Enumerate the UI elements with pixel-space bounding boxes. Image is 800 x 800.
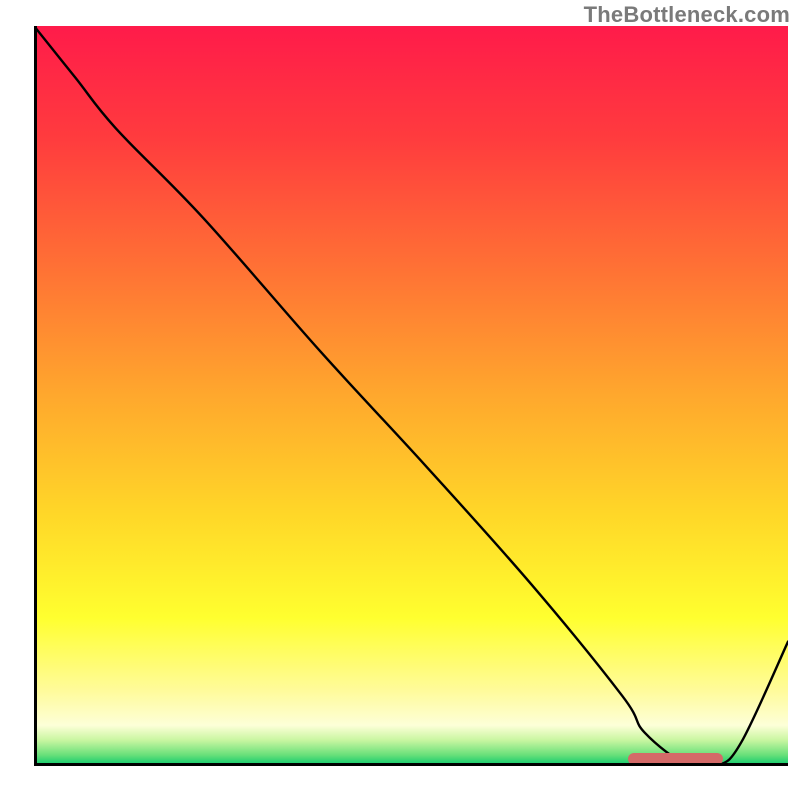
plot-area: [34, 26, 788, 766]
watermark-text: TheBottleneck.com: [584, 2, 790, 28]
gradient-rect: [34, 26, 788, 766]
background-gradient: [34, 26, 788, 766]
chart-frame: TheBottleneck.com: [0, 0, 800, 800]
y-axis: [34, 26, 37, 766]
x-axis: [34, 763, 788, 766]
